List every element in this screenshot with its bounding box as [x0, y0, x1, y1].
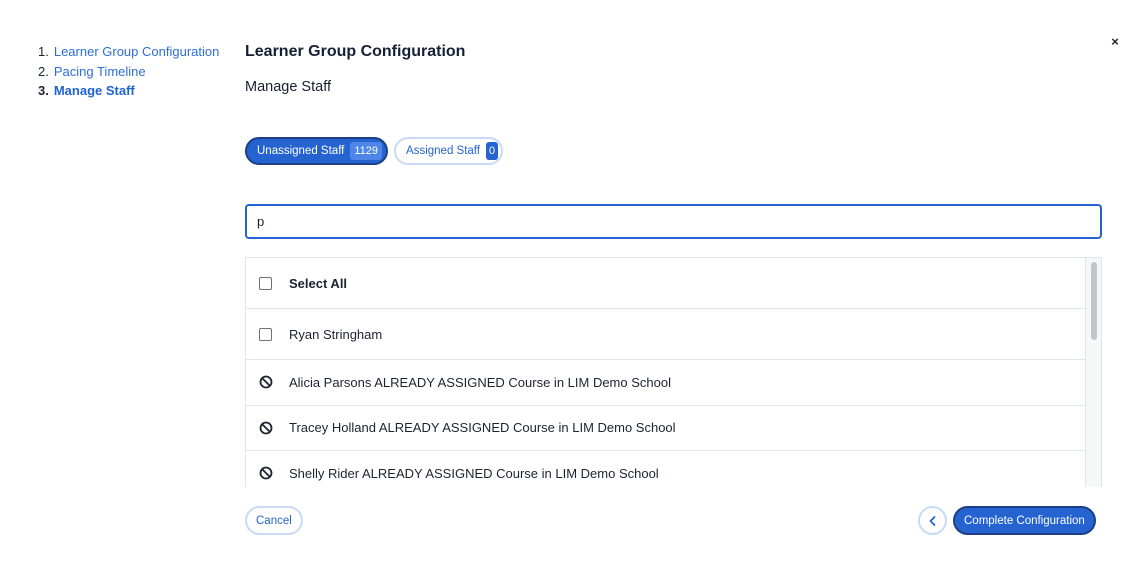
ban-icon — [259, 466, 273, 480]
page-subtitle: Manage Staff — [245, 79, 331, 95]
count-badge: 0 — [485, 142, 499, 160]
step-label[interactable]: Pacing Timeline — [54, 62, 146, 82]
step-number: 2. — [38, 63, 49, 79]
search-input[interactable] — [245, 204, 1102, 239]
list-scrollbar[interactable] — [1085, 258, 1101, 487]
list-item-blocked: Tracey Holland ALREADY ASSIGNED Course i… — [246, 406, 1086, 451]
staff-name: Ryan Stringham — [289, 326, 383, 342]
tab-label: Assigned Staff — [406, 145, 480, 157]
steps-nav: 1. Learner Group Configuration 2. Pacing… — [38, 42, 219, 101]
scrollbar-thumb[interactable] — [1091, 262, 1097, 340]
cancel-button[interactable]: Cancel — [245, 506, 303, 535]
count-badge: 1129 — [350, 142, 383, 160]
staff-checkbox[interactable] — [259, 327, 272, 341]
modal-page: 1. Learner Group Configuration 2. Pacing… — [0, 0, 1143, 569]
list-item-blocked: Alicia Parsons ALREADY ASSIGNED Course i… — [246, 360, 1086, 406]
back-button[interactable] — [918, 506, 947, 535]
step-label[interactable]: Learner Group Configuration — [54, 42, 220, 62]
staff-list: Select All Ryan Stringham Alicia Parsons… — [245, 257, 1102, 487]
staff-name: Shelly Rider ALREADY ASSIGNED Course in … — [289, 465, 659, 481]
step-number: 1. — [38, 44, 49, 59]
staff-name: Tracey Holland ALREADY ASSIGNED Course i… — [289, 420, 676, 436]
chevron-left-icon — [929, 515, 935, 526]
ban-icon — [259, 375, 273, 389]
staff-tabs: Unassigned Staff 1129 Assigned Staff 0 — [245, 137, 504, 165]
select-all-checkbox[interactable] — [259, 276, 272, 290]
staff-name: Alicia Parsons ALREADY ASSIGNED Course i… — [289, 374, 671, 390]
tab-label: Unassigned Staff — [257, 145, 345, 157]
page-title: Learner Group Configuration — [245, 43, 466, 60]
step-manage-staff[interactable]: 3. Manage Staff — [38, 81, 219, 101]
select-all-row[interactable]: Select All — [246, 258, 1086, 309]
ban-icon — [259, 421, 273, 435]
step-learner-group-configuration[interactable]: 1. Learner Group Configuration — [38, 42, 219, 62]
step-number: 3. — [38, 83, 49, 98]
tab-assigned-staff[interactable]: Assigned Staff 0 — [394, 137, 504, 165]
close-icon[interactable]: × — [1106, 32, 1124, 50]
tab-unassigned-staff[interactable]: Unassigned Staff 1129 — [245, 137, 389, 165]
select-all-label: Select All — [289, 275, 348, 291]
step-label[interactable]: Manage Staff — [54, 81, 135, 101]
list-item[interactable]: Ryan Stringham — [246, 309, 1086, 360]
step-pacing-timeline[interactable]: 2. Pacing Timeline — [38, 62, 219, 82]
complete-configuration-button[interactable]: Complete Configuration — [953, 506, 1096, 535]
main-content: Learner Group Configuration Manage Staff… — [245, 0, 1102, 569]
list-item-blocked: Shelly Rider ALREADY ASSIGNED Course in … — [246, 451, 1086, 487]
